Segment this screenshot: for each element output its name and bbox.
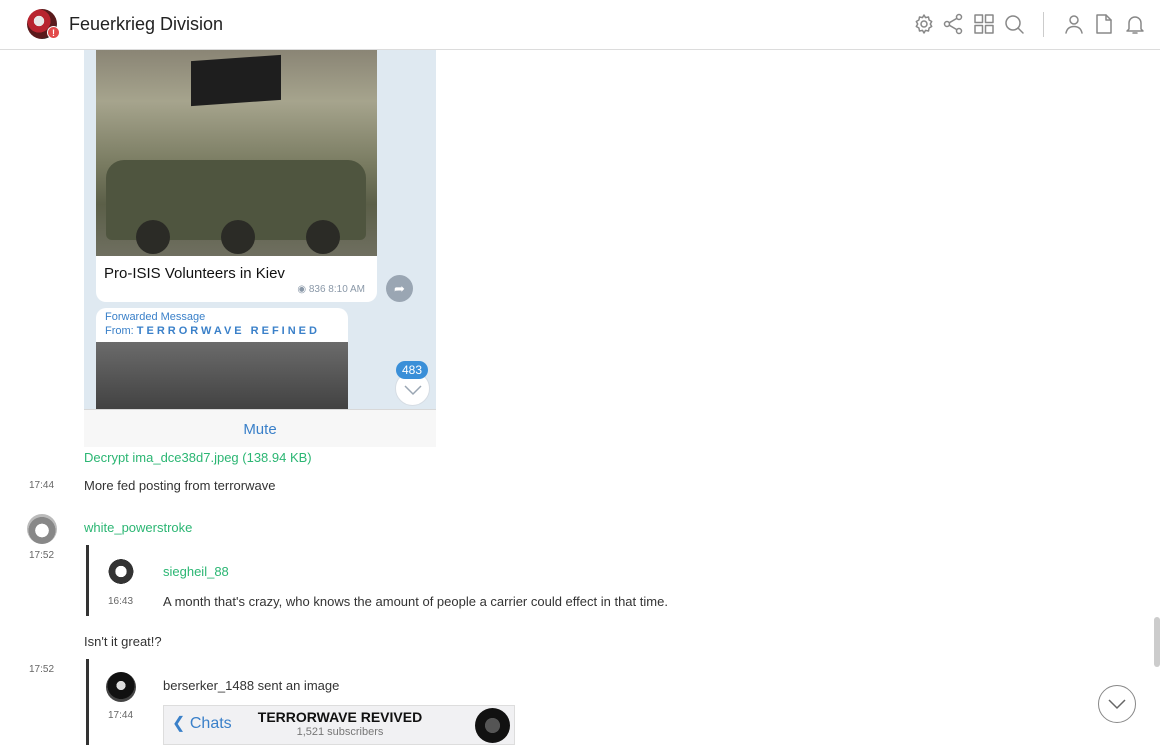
scrollbar-handle[interactable] — [1154, 617, 1160, 667]
shot-wheel — [136, 220, 170, 254]
timestamp: 17:44 — [29, 480, 55, 491]
shot-mute-label: Mute — [84, 409, 436, 447]
shot2-channel-avatar — [475, 708, 510, 743]
app-title: Feuerkrieg Division — [69, 14, 224, 34]
shot-views-time: ◉ 836 8:10 AM — [297, 284, 365, 295]
shot-wheel — [221, 220, 255, 254]
shot-from-prefix: From: — [105, 325, 134, 337]
avatar[interactable] — [27, 514, 57, 544]
timestamp: 16:43 — [108, 596, 134, 607]
message-text: Isn't it great!? — [84, 634, 162, 649]
eye-icon: ◉ — [297, 284, 309, 295]
alert-badge: ! — [47, 26, 60, 39]
grid-icon[interactable] — [972, 12, 996, 36]
settings-icon[interactable] — [912, 12, 936, 36]
user-icon[interactable] — [1062, 12, 1086, 36]
shot2-subtitle: 1,521 subscribers — [296, 726, 384, 738]
attached-screenshot-2[interactable]: ❮ Chats TERRORWAVE REVIVED 1,521 subscri… — [163, 705, 515, 745]
shot-unread-count: 483 — [396, 361, 428, 379]
quoted-text: berserker_1488 sent an image — [163, 678, 340, 693]
attached-screenshot[interactable]: Pro-ISIS Volunteers in Kiev ◉ 836 8:10 A… — [84, 50, 436, 447]
shot-caption-box: Pro-ISIS Volunteers in Kiev ◉ 836 8:10 A… — [96, 256, 377, 302]
avatar[interactable] — [106, 672, 136, 702]
shot-caption: Pro-ISIS Volunteers in Kiev — [104, 265, 285, 282]
document-icon[interactable] — [1092, 12, 1116, 36]
quoted-username[interactable]: siegheil_88 — [163, 564, 229, 579]
shot-flag — [191, 54, 281, 107]
timestamp: 17:44 — [108, 710, 134, 721]
shot-meta-text: 836 8:10 AM — [308, 284, 365, 295]
shot2-title: TERRORWAVE REVIVED — [257, 709, 423, 725]
quote-bar — [86, 545, 89, 616]
quote-bar — [86, 659, 89, 745]
shot-wheel — [306, 220, 340, 254]
chevron-down-icon — [1108, 699, 1126, 710]
toolbar-divider — [1043, 12, 1044, 37]
avatar[interactable] — [106, 558, 136, 588]
timestamp: 17:52 — [29, 550, 55, 561]
shot-forward-label: Forwarded Message — [105, 311, 206, 323]
shot-forward-from: From: TERRORWAVE REFINED — [105, 325, 320, 337]
scroll-to-bottom-button[interactable] — [1098, 685, 1136, 723]
quoted-text: A month that's crazy, who knows the amou… — [163, 594, 668, 609]
decrypt-link[interactable]: Decrypt ima_dce38d7.jpeg (138.94 KB) — [84, 450, 312, 465]
bell-icon[interactable] — [1123, 12, 1147, 36]
search-icon[interactable] — [1002, 12, 1026, 36]
timestamp: 17:52 — [29, 664, 55, 675]
shot-from-channel: TERRORWAVE REFINED — [136, 325, 320, 337]
message-text: More fed posting from terrorwave — [84, 478, 276, 493]
forward-arrow-icon: ➦ — [386, 275, 413, 302]
shot-photo — [96, 50, 377, 256]
share-icon[interactable] — [941, 12, 965, 36]
top-bar: ! Feuerkrieg Division — [0, 0, 1160, 50]
username[interactable]: white_powerstroke — [84, 520, 192, 535]
message-feed[interactable]: Pro-ISIS Volunteers in Kiev ◉ 836 8:10 A… — [0, 50, 1160, 745]
